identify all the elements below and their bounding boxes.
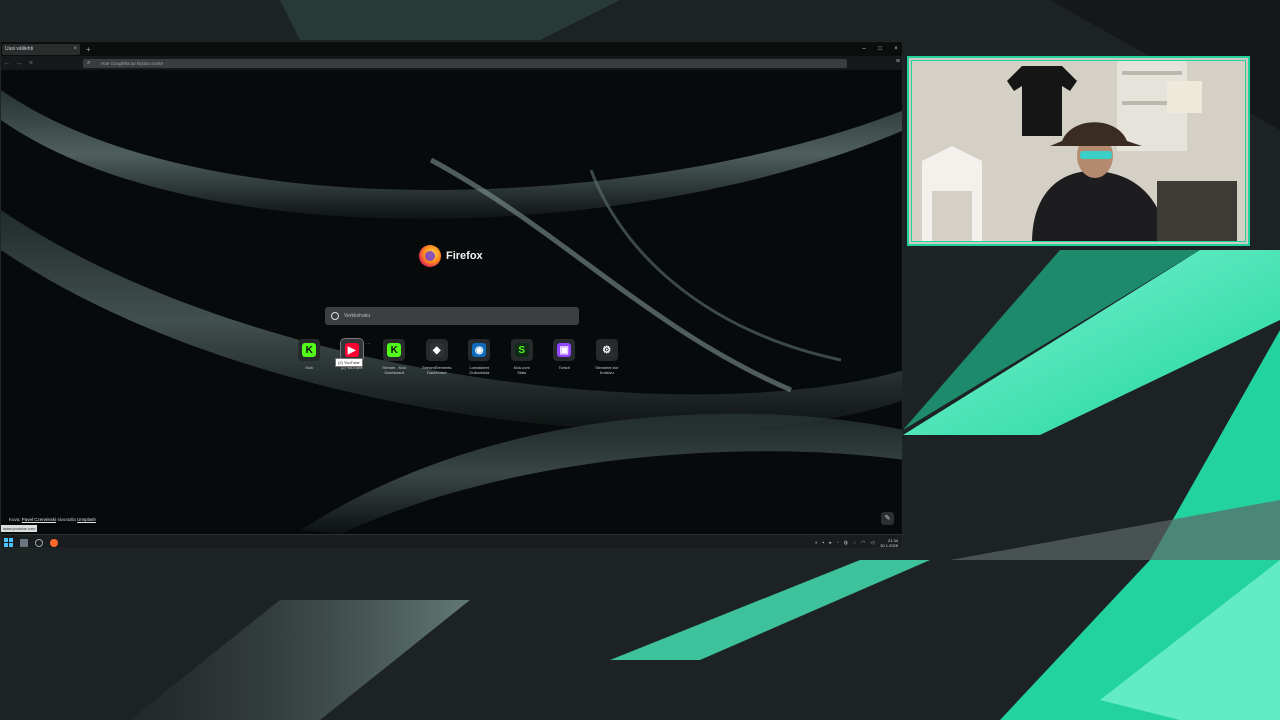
tray-icon[interactable]: ◍: [844, 540, 848, 546]
tab-new-tab[interactable]: Uusi välilehti ×: [2, 43, 80, 55]
tooltip: (2) YouTube: [335, 358, 363, 367]
webcam-image: [912, 61, 1245, 241]
webcam-feed: [911, 60, 1246, 242]
windows-taskbar: ◖ ▪ ▸ ▫ ◍ ◌ ◠ ◁ 21.34 30.1.2025: [1, 534, 902, 549]
wifi-icon[interactable]: ◠: [861, 540, 865, 546]
tab-strip: Uusi välilehti × + – □ ×: [1, 42, 902, 56]
reload-icon[interactable]: ×: [25, 60, 37, 67]
system-tray: ◖ ▪ ▸ ▫ ◍ ◌ ◠ ◁ 21.34 30.1.2025: [810, 535, 899, 548]
menu-icon[interactable]: ≡: [896, 58, 900, 65]
tray-icon[interactable]: ▫: [837, 540, 839, 546]
shortcut-label: Twitch: [558, 365, 570, 370]
youtube-icon: ▶: [344, 343, 359, 357]
shortcut-label: Stream - Kick Dashboard: [382, 365, 407, 375]
shortcut-kick[interactable]: K Kick: [288, 339, 331, 375]
tray-icon[interactable]: ▪: [823, 540, 825, 546]
shortcut-tile: K: [383, 339, 406, 361]
google-icon: [331, 312, 339, 320]
maximize-button[interactable]: □: [872, 42, 888, 56]
shortcut-label: StreamElements Dashboard: [421, 365, 452, 375]
shortcut-twitch[interactable]: ▣ Twitch: [543, 339, 586, 375]
firefox-logo: Firefox: [419, 245, 483, 267]
more-options-icon[interactable]: ⋯: [366, 341, 371, 347]
search-input[interactable]: [344, 313, 564, 319]
wallpaper-credit: Kuva: Pavel Czerwinski sivustolla Unspla…: [9, 517, 96, 522]
browser-window: Uusi välilehti × + – □ × ← → × ⌕ Hae Goo…: [0, 41, 903, 549]
shortcut-kick-dashboard[interactable]: K Stream - Kick Dashboard: [373, 339, 416, 375]
back-icon[interactable]: ←: [1, 60, 13, 67]
twitch-icon: ▣: [557, 343, 572, 357]
window-controls: – □ ×: [856, 42, 902, 56]
webcam-frame: [907, 56, 1250, 246]
shortcut-tile: ◆: [425, 339, 448, 361]
wallpaper: [1, 70, 902, 534]
clock[interactable]: 21.34 30.1.2025: [880, 538, 898, 548]
wall-picture: [1167, 81, 1202, 113]
start-button[interactable]: [1, 535, 16, 549]
forward-icon[interactable]: →: [13, 60, 25, 67]
address-bar[interactable]: ⌕ Hae Googlella tai kirjoita osoite: [83, 59, 847, 68]
shortcut-tile: S: [510, 339, 533, 361]
shortcut-tile: K: [298, 339, 321, 361]
brand-name: Firefox: [446, 250, 483, 262]
address-text: Hae Googlella tai kirjoita osoite: [101, 61, 164, 66]
credit-mid: sivustolla: [57, 517, 76, 522]
top-sites: K Kick ▶ ⋯ (2) YouTube K Stream - Kick D…: [288, 338, 629, 375]
couch: [1157, 181, 1237, 241]
firefox-icon: [419, 245, 441, 267]
new-tab-button[interactable]: +: [86, 45, 91, 54]
volume-icon[interactable]: ◁: [870, 540, 874, 546]
customize-pencil-icon[interactable]: ✎: [881, 512, 894, 525]
search-icon: ⌕: [87, 60, 91, 66]
status-url: www.youtube.com: [1, 525, 38, 532]
shortcut-streamerbot[interactable]: ⚙ Streamer.bot Kotisivu: [586, 339, 629, 375]
web-search-box[interactable]: [325, 307, 579, 325]
taskbar-app-icon[interactable]: [16, 535, 31, 549]
gear-icon: ⚙: [599, 343, 614, 357]
tray-icon[interactable]: ▸: [829, 540, 832, 546]
credit-prefix: Kuva:: [9, 517, 21, 522]
taskbar-app-icon[interactable]: [31, 535, 46, 549]
new-tab-page: Firefox K Kick ▶ ⋯ (2) YouTube K Stre: [1, 70, 902, 534]
shortcut-tile: ▣: [553, 339, 576, 361]
shortcut-label: Lomakkeet Outlookista: [469, 365, 490, 375]
shortcut-youtube[interactable]: ▶ ⋯ (2) YouTube: [331, 338, 374, 375]
shortcut-label: Kick: [305, 365, 314, 370]
close-tab-icon[interactable]: ×: [73, 46, 77, 52]
shortcut-label: Streamer.bot Kotisivu: [595, 365, 619, 375]
clock-date: 30.1.2025: [880, 543, 898, 548]
windows-icon: [4, 538, 13, 547]
shortcut-label: Kick.com Stats: [513, 365, 530, 375]
close-window-button[interactable]: ×: [888, 42, 902, 56]
streamelements-icon: ◆: [429, 343, 444, 357]
shortcut-tile: ◉: [468, 339, 491, 361]
tray-icon[interactable]: ◌: [853, 540, 856, 546]
tab-title: Uusi välilehti: [5, 46, 34, 52]
credit-site-link[interactable]: Unsplash: [77, 517, 96, 522]
navigation-toolbar: ← → × ⌕ Hae Googlella tai kirjoita osoit…: [1, 56, 902, 70]
shortcut-tile: ⚙: [595, 339, 618, 361]
shortcut-streamelements[interactable]: ◆ StreamElements Dashboard: [416, 339, 459, 375]
minimize-button[interactable]: –: [856, 42, 872, 56]
stream-layout: Uusi välilehti × + – □ × ← → × ⌕ Hae Goo…: [0, 0, 1280, 720]
kick-icon: K: [387, 343, 402, 357]
outlook-icon: ◉: [472, 343, 487, 357]
credit-author-link[interactable]: Pavel Czerwinski: [22, 517, 56, 522]
tray-icon[interactable]: ◖: [815, 540, 818, 546]
stats-icon: S: [514, 343, 529, 357]
firefox-taskbar-icon[interactable]: [46, 535, 61, 549]
shortcut-kick-stats[interactable]: S Kick.com Stats: [501, 339, 544, 375]
shortcut-outlook[interactable]: ◉ Lomakkeet Outlookista: [458, 339, 501, 375]
sunglasses: [1080, 151, 1112, 159]
kick-icon: K: [302, 343, 317, 357]
